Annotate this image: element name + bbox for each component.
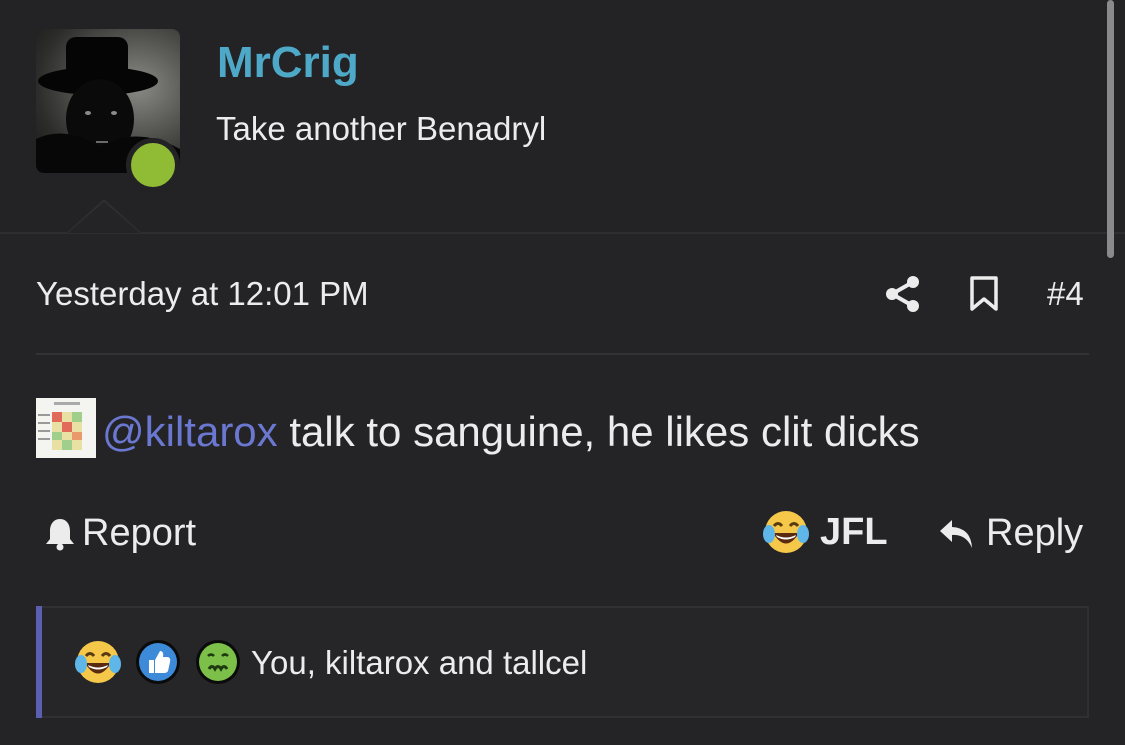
report-button[interactable]: Report bbox=[44, 512, 196, 555]
post-number-link[interactable]: #4 bbox=[1047, 275, 1084, 313]
reactions-accent-bar bbox=[36, 606, 42, 718]
author-block: MrCrig Take another Benadryl bbox=[0, 0, 1125, 234]
online-status-indicator bbox=[126, 138, 180, 192]
jfl-reaction-button[interactable]: JFL bbox=[762, 508, 888, 556]
laughing-crying-icon bbox=[763, 511, 809, 553]
post-message: @kiltarox talk to sanguine, he likes cli… bbox=[36, 398, 920, 458]
reply-arrow-icon bbox=[940, 519, 972, 548]
laughing-crying-icon bbox=[74, 638, 122, 691]
reply-label: Reply bbox=[986, 512, 1084, 554]
bell-icon bbox=[46, 518, 74, 550]
nauseated-icon bbox=[194, 638, 242, 691]
post-timestamp[interactable]: Yesterday at 12:01 PM bbox=[36, 275, 369, 313]
jfl-label: JFL bbox=[820, 510, 888, 553]
user-mention-link[interactable]: @kiltarox bbox=[102, 408, 278, 455]
share-icon[interactable] bbox=[884, 275, 922, 313]
table-image-icon bbox=[36, 398, 96, 458]
reply-button[interactable]: Reply bbox=[938, 512, 1083, 555]
reaction-summary-link[interactable]: You, kiltarox and tallcel bbox=[251, 644, 587, 682]
username-link[interactable]: MrCrig bbox=[217, 38, 359, 88]
post-container: MrCrig Take another Benadryl Yesterday a… bbox=[0, 0, 1125, 745]
inline-image-thumbnail[interactable] bbox=[36, 398, 96, 458]
report-label: Report bbox=[82, 512, 197, 554]
bookmark-icon[interactable] bbox=[968, 276, 1000, 312]
scrollbar[interactable] bbox=[1107, 0, 1114, 258]
user-title: Take another Benadryl bbox=[216, 110, 547, 147]
reaction-icons bbox=[74, 638, 254, 691]
message-text: talk to sanguine, he likes clit dicks bbox=[277, 408, 920, 455]
arrow-notch-fill bbox=[68, 202, 140, 233]
divider bbox=[36, 353, 1089, 355]
thumbs-up-icon bbox=[134, 638, 182, 691]
